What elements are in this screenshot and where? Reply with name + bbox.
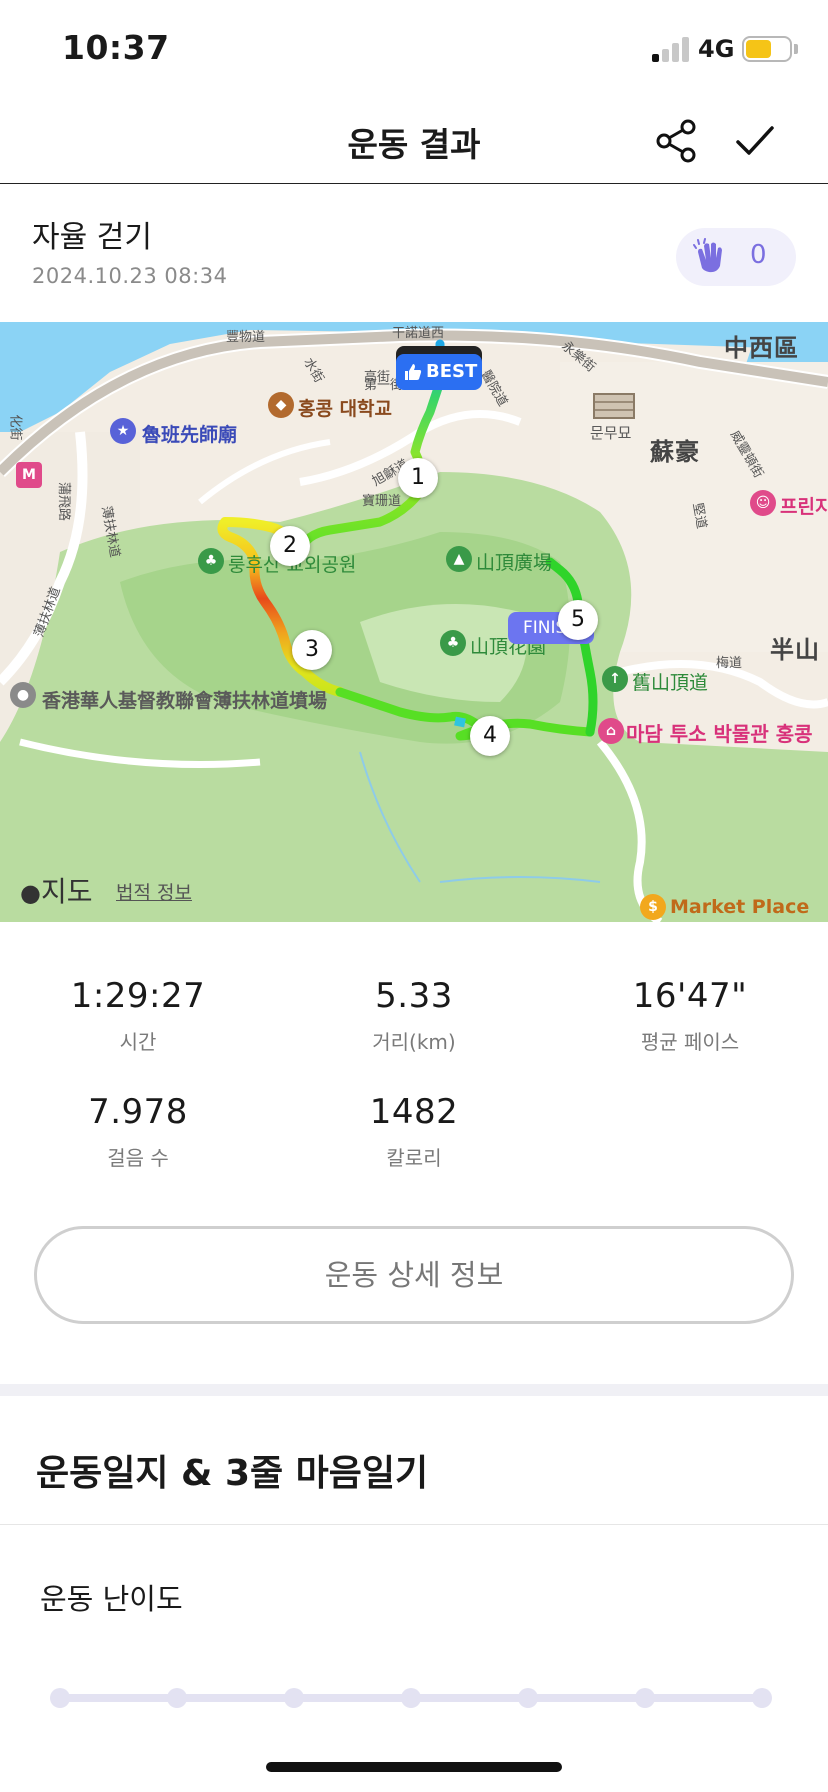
stat-time-label: 시간 <box>119 1030 157 1054</box>
trail-icon: ↑ <box>602 666 628 692</box>
difficulty-title: 운동 난이도 <box>40 1582 183 1616</box>
map-brand-logo: ●지도 <box>20 870 92 910</box>
km-marker-1: 1 <box>398 458 438 498</box>
stat-calories-value: 1482 <box>369 1092 459 1132</box>
best-badge: BEST <box>396 354 482 390</box>
street-label: 梅道 <box>716 656 743 671</box>
difficulty-level-3[interactable] <box>284 1688 304 1708</box>
stat-pace-label: 평균 페이스 <box>640 1030 740 1054</box>
university-icon: ◆ <box>268 392 294 418</box>
signal-icon <box>652 36 692 62</box>
stat-distance-label: 거리(km) <box>372 1030 456 1054</box>
app-header: 운동 결과 <box>0 100 828 184</box>
street-label: 高街 <box>364 370 391 385</box>
status-time: 10:37 <box>62 28 170 67</box>
stat-distance-value: 5.33 <box>375 976 453 1016</box>
map-label-bun-shan: 半山 <box>770 636 820 664</box>
legal-info-link[interactable]: 법적 정보 <box>116 878 192 905</box>
apple-icon: ● <box>20 879 41 907</box>
battery-cap <box>794 44 798 54</box>
home-indicator <box>266 1762 562 1772</box>
stat-pace-value: 16'47" <box>632 976 748 1016</box>
street-label: 蒲飛路 <box>56 481 72 522</box>
shop-icon: ☺ <box>750 490 776 516</box>
clap-count: 0 <box>750 240 767 270</box>
divider <box>0 1524 828 1525</box>
metro-icon: M <box>16 462 42 488</box>
map-label-market: Market Place <box>670 896 810 918</box>
street-label: 豐物道 <box>226 330 266 345</box>
map-label-hku: 홍콩 대학교 <box>298 398 393 420</box>
cemetery-icon: ● <box>10 682 36 708</box>
stat-calories-label: 칼로리 <box>386 1146 442 1170</box>
page-title: 운동 결과 <box>347 125 481 164</box>
stat-steps-value: 7.978 <box>88 1092 188 1132</box>
map-label-old-peak-road: 舊山頂道 <box>632 672 709 694</box>
journal-title: 운동일지 & 3줄 마음일기 <box>36 1453 429 1494</box>
share-icon <box>656 119 696 163</box>
stat-time: 1:29:27 시간 <box>0 976 276 1055</box>
map-label-mo-mo: 문무묘 <box>590 424 632 442</box>
status-bar: 10:37 4G <box>0 0 828 100</box>
thumbs-up-icon <box>405 364 422 380</box>
km-marker-3: 3 <box>292 630 332 670</box>
street-label: 寶珊道 <box>362 494 402 509</box>
difficulty-level-2[interactable] <box>167 1688 187 1708</box>
map-label-cemetery: 香港華人基督教聯會薄扶林道墳場 <box>42 690 328 712</box>
stat-steps-label: 걸음 수 <box>107 1146 169 1170</box>
share-button[interactable] <box>652 116 702 166</box>
map-canvas <box>0 322 828 922</box>
map-label-madame-tussauds: 마담 투소 박물관 홍콩 <box>626 722 813 746</box>
map-label-so-ho: 蘇豪 <box>650 438 700 466</box>
map-label-peak-plaza: 山頂廣場 <box>476 552 553 574</box>
map-label-central-western: 中西區 <box>724 334 799 362</box>
stat-steps: 7.978 걸음 수 <box>0 1092 276 1171</box>
difficulty-level-4[interactable] <box>401 1688 421 1708</box>
km-marker-4: 4 <box>470 716 510 756</box>
network-type: 4G <box>698 35 735 63</box>
difficulty-level-5[interactable] <box>518 1688 538 1708</box>
difficulty-level-1[interactable] <box>50 1688 70 1708</box>
difficulty-level-7[interactable] <box>752 1688 772 1708</box>
street-label: 干諾道西 <box>392 326 445 341</box>
stat-distance: 5.33 거리(km) <box>276 976 552 1055</box>
activity-name: 자율 걷기 <box>32 220 152 255</box>
stat-time-value: 1:29:27 <box>70 976 206 1016</box>
battery-icon <box>742 36 792 62</box>
street-label: 化街 <box>7 414 23 441</box>
check-icon <box>736 126 774 155</box>
km-marker-5: 5 <box>558 600 598 640</box>
garden-icon: ♣ <box>440 630 466 656</box>
difficulty-level-6[interactable] <box>635 1688 655 1708</box>
done-button[interactable] <box>730 116 780 166</box>
activity-date: 2024.10.23 08:34 <box>32 264 228 288</box>
market-icon: $ <box>640 894 666 920</box>
section-divider <box>0 1384 828 1396</box>
museum-icon: ⌂ <box>598 718 624 744</box>
map-label-lu-ban: 魯班先師廟 <box>142 424 238 446</box>
stat-pace: 16'47" 평균 페이스 <box>552 976 828 1055</box>
clap-icon <box>693 238 722 273</box>
map-brand-text: 지도 <box>40 875 93 908</box>
park-icon: ♣ <box>198 548 224 574</box>
viewpoint-icon: ▲ <box>446 546 472 572</box>
workout-detail-button[interactable]: 운동 상세 정보 <box>34 1226 794 1324</box>
best-label: BEST <box>426 361 478 382</box>
stat-calories: 1482 칼로리 <box>276 1092 552 1171</box>
clap-button[interactable]: 0 <box>676 228 796 286</box>
km-marker-2: 2 <box>270 526 310 566</box>
map-label-prince: 프린지 <box>780 496 828 518</box>
route-map[interactable]: 中西區 蘇豪 半山 ◆ 홍콩 대학교 ★ 魯班先師廟 문무묘 ♣ 룽후산 교외공… <box>0 322 828 922</box>
landmark-star-icon: ★ <box>110 418 136 444</box>
